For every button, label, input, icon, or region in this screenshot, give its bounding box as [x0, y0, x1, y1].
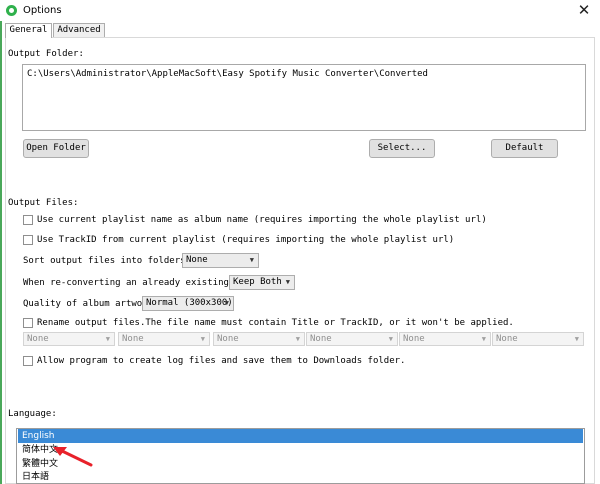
language-option-english[interactable]: English: [18, 429, 583, 443]
rename-field-2-value: None: [122, 334, 144, 344]
annotation-arrow-icon: [53, 447, 93, 467]
chevron-down-icon: ▼: [295, 335, 300, 343]
chevron-down-icon: ▼: [388, 335, 393, 343]
reconvert-label: When re-converting an already existing f…: [23, 278, 262, 288]
background-window-edge: [0, 21, 2, 484]
language-option-japanese[interactable]: 日本語: [18, 470, 583, 484]
rename-field-3-value: None: [217, 334, 239, 344]
use-trackid-label: Use TrackID from current playlist (requi…: [37, 235, 455, 245]
rename-field-5-value: None: [403, 334, 425, 344]
artwork-quality-label: Quality of album artwork:: [23, 299, 159, 309]
output-folder-path-text: C:\Users\Administrator\AppleMacSoft\Easy…: [27, 69, 428, 79]
use-trackid-checkbox[interactable]: [23, 235, 33, 245]
output-folder-heading: Output Folder:: [8, 49, 84, 59]
app-icon: [6, 5, 17, 16]
chevron-down-icon: ▼: [574, 335, 579, 343]
language-option-traditional-chinese[interactable]: 繁體中文: [18, 457, 583, 471]
chevron-down-icon: ▼: [249, 256, 254, 264]
output-files-heading: Output Files:: [8, 198, 79, 208]
rename-files-checkbox[interactable]: [23, 318, 33, 328]
language-option-simplified-chinese[interactable]: 简体中文: [18, 443, 583, 457]
rename-field-4-dropdown[interactable]: None ▼: [306, 332, 398, 346]
sort-folders-dropdown[interactable]: None ▼: [182, 253, 259, 268]
rename-field-5-dropdown[interactable]: None ▼: [399, 332, 491, 346]
language-heading: Language:: [8, 409, 57, 419]
rename-field-1-dropdown[interactable]: None ▼: [23, 332, 115, 346]
sort-folders-value: None: [186, 255, 208, 265]
output-folder-path-field[interactable]: C:\Users\Administrator\AppleMacSoft\Easy…: [22, 64, 586, 131]
tab-advanced[interactable]: Advanced: [53, 23, 105, 37]
chevron-down-icon: ▼: [200, 335, 205, 343]
use-playlist-name-checkbox[interactable]: [23, 215, 33, 225]
reconvert-dropdown[interactable]: Keep Both ▼: [229, 275, 295, 290]
rename-field-2-dropdown[interactable]: None ▼: [118, 332, 210, 346]
artwork-quality-dropdown[interactable]: Normal (300x300) ▼: [142, 296, 234, 311]
reconvert-value: Keep Both: [233, 277, 282, 287]
allow-log-files-label: Allow program to create log files and sa…: [37, 356, 406, 366]
chevron-down-icon: ▼: [224, 299, 229, 307]
title-bar: [0, 0, 600, 21]
artwork-quality-value: Normal (300x300): [146, 298, 233, 308]
chevron-down-icon: ▼: [481, 335, 486, 343]
tab-general[interactable]: General: [5, 23, 52, 38]
rename-field-6-dropdown[interactable]: None ▼: [492, 332, 584, 346]
rename-field-4-value: None: [310, 334, 332, 344]
chevron-down-icon: ▼: [105, 335, 110, 343]
select-folder-button[interactable]: Select...: [369, 139, 435, 158]
window-title: Options: [23, 5, 62, 16]
open-folder-button[interactable]: Open Folder: [23, 139, 89, 158]
rename-field-6-value: None: [496, 334, 518, 344]
allow-log-files-checkbox[interactable]: [23, 356, 33, 366]
chevron-down-icon: ▼: [285, 278, 290, 286]
default-folder-button[interactable]: Default: [491, 139, 558, 158]
rename-files-label: Rename output files.The file name must c…: [37, 318, 514, 328]
sort-folders-label: Sort output files into folders by:: [23, 256, 208, 266]
rename-field-1-value: None: [27, 334, 49, 344]
close-icon[interactable]: ✕: [568, 0, 600, 21]
rename-field-3-dropdown[interactable]: None ▼: [213, 332, 305, 346]
use-playlist-name-label: Use current playlist name as album name …: [37, 215, 487, 225]
